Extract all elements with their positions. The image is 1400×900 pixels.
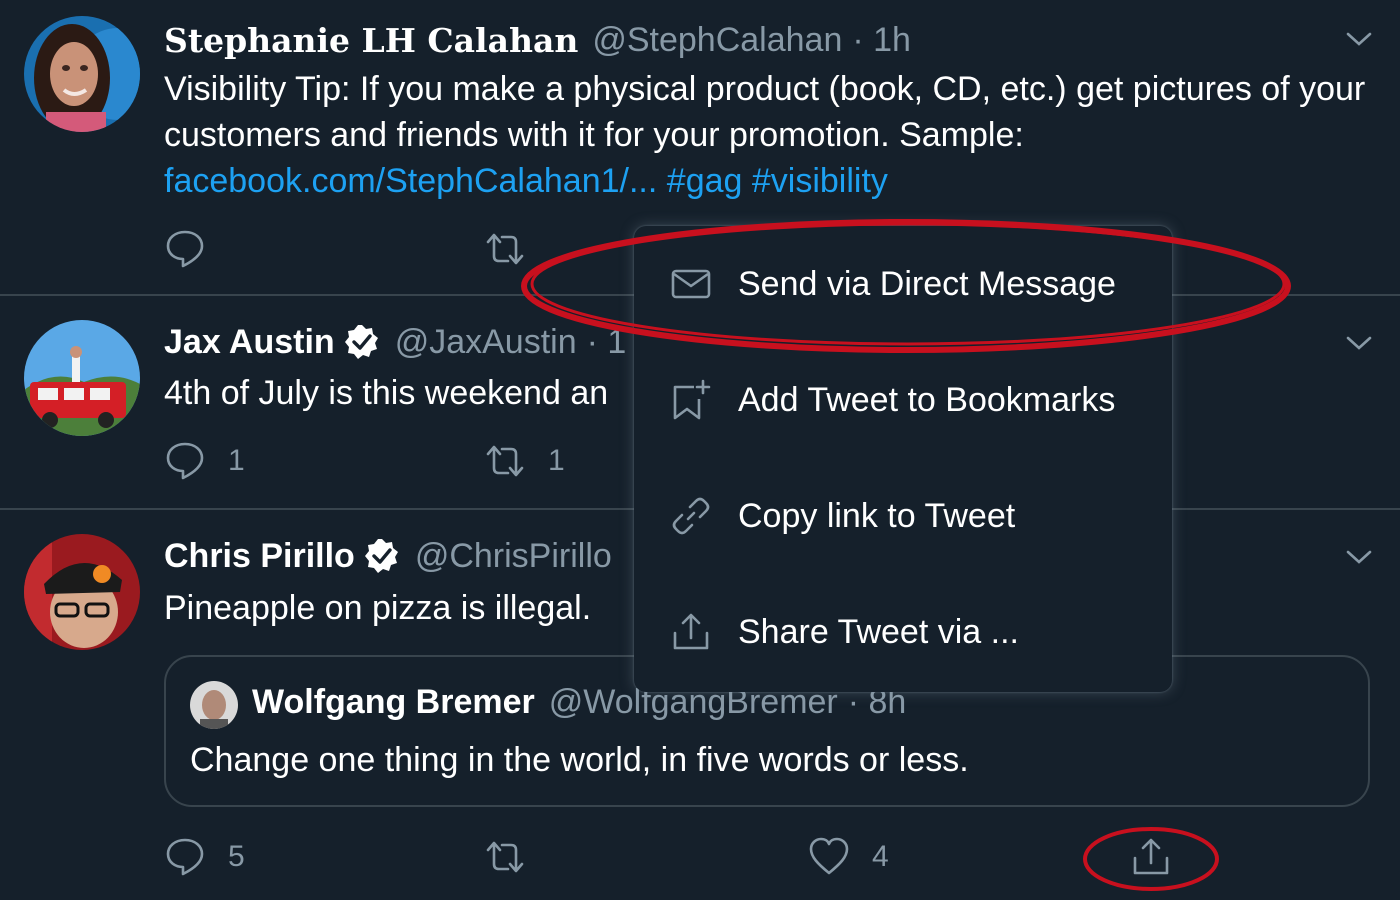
- avatar[interactable]: [24, 320, 140, 436]
- reply-count: 1: [228, 444, 245, 477]
- menu-item-share-via[interactable]: Share Tweet via ...: [634, 574, 1172, 690]
- link-icon: [672, 497, 710, 535]
- retweet-count: 1: [548, 444, 565, 477]
- menu-item-label: Send via Direct Message: [738, 264, 1116, 303]
- avatar[interactable]: [190, 681, 238, 729]
- reply-icon: [166, 230, 204, 268]
- retweet-icon: [486, 445, 524, 477]
- quoted-display-name: Wolfgang Bremer: [252, 683, 535, 721]
- reply-icon: [166, 442, 204, 480]
- menu-item-copy-link[interactable]: Copy link to Tweet: [634, 458, 1172, 574]
- menu-item-label: Copy link to Tweet: [738, 496, 1016, 535]
- share-icon: [673, 613, 709, 650]
- share-menu: Send via Direct Message Add Tweet to Boo…: [634, 226, 1172, 692]
- retweet-button[interactable]: [484, 228, 526, 270]
- heart-icon: [809, 837, 849, 875]
- bookmark-add-icon: [673, 379, 711, 420]
- hashtag-visibility[interactable]: #visibility: [752, 162, 888, 200]
- chevron-down-icon[interactable]: [1344, 328, 1374, 358]
- reply-count: 5: [228, 840, 245, 873]
- display-name[interactable]: Chris Pirillo: [164, 537, 355, 576]
- verified-badge-icon: [344, 325, 378, 359]
- avatar[interactable]: [24, 534, 140, 650]
- tweet-header: Chris Pirillo @ChrisPirillo: [164, 534, 612, 578]
- avatar[interactable]: [24, 16, 140, 132]
- timestamp[interactable]: · 1: [587, 323, 627, 362]
- display-name[interactable]: Jax Austin: [164, 323, 335, 362]
- retweet-button[interactable]: [484, 836, 526, 878]
- chevron-down-icon[interactable]: [1344, 24, 1374, 54]
- tweet-body: Visibility Tip: If you make a physical p…: [164, 70, 1366, 154]
- envelope-icon: [671, 269, 711, 299]
- tweet-link[interactable]: facebook.com/StephCalahan1/...: [164, 162, 657, 200]
- retweet-button[interactable]: 1: [484, 440, 565, 482]
- chevron-down-icon[interactable]: [1344, 542, 1374, 572]
- reply-button[interactable]: 5: [164, 836, 245, 878]
- like-count: 4: [872, 840, 889, 873]
- retweet-icon: [486, 841, 524, 873]
- menu-item-label: Add Tweet to Bookmarks: [738, 380, 1116, 419]
- timestamp[interactable]: · 1h: [852, 21, 911, 60]
- menu-item-label: Share Tweet via ...: [738, 612, 1019, 651]
- display-name[interactable]: Stephanie LH Calahan: [164, 21, 578, 60]
- verified-badge-icon: [364, 539, 398, 573]
- share-button[interactable]: [1130, 836, 1172, 878]
- tweet-text: Visibility Tip: If you make a physical p…: [164, 66, 1374, 204]
- user-handle[interactable]: @JaxAustin: [395, 323, 577, 362]
- like-button[interactable]: 4: [808, 836, 889, 878]
- reply-icon: [166, 838, 204, 876]
- tweet-header: Jax Austin @JaxAustin · 1: [164, 320, 626, 364]
- tweet-header: Stephanie LH Calahan @StephCalahan · 1h: [164, 18, 911, 62]
- quoted-text: Change one thing in the world, in five w…: [190, 741, 969, 779]
- tweet-text: 4th of July is this weekend an: [164, 374, 609, 412]
- hashtag-gag[interactable]: #gag: [667, 162, 743, 200]
- reply-button[interactable]: [164, 228, 206, 270]
- user-handle[interactable]: @ChrisPirillo: [415, 537, 612, 576]
- menu-item-bookmark[interactable]: Add Tweet to Bookmarks: [634, 342, 1172, 458]
- reply-button[interactable]: 1: [164, 440, 245, 482]
- share-icon: [1133, 838, 1169, 875]
- user-handle[interactable]: @StephCalahan: [592, 21, 842, 60]
- menu-item-send-dm[interactable]: Send via Direct Message: [634, 226, 1172, 342]
- retweet-icon: [486, 233, 524, 265]
